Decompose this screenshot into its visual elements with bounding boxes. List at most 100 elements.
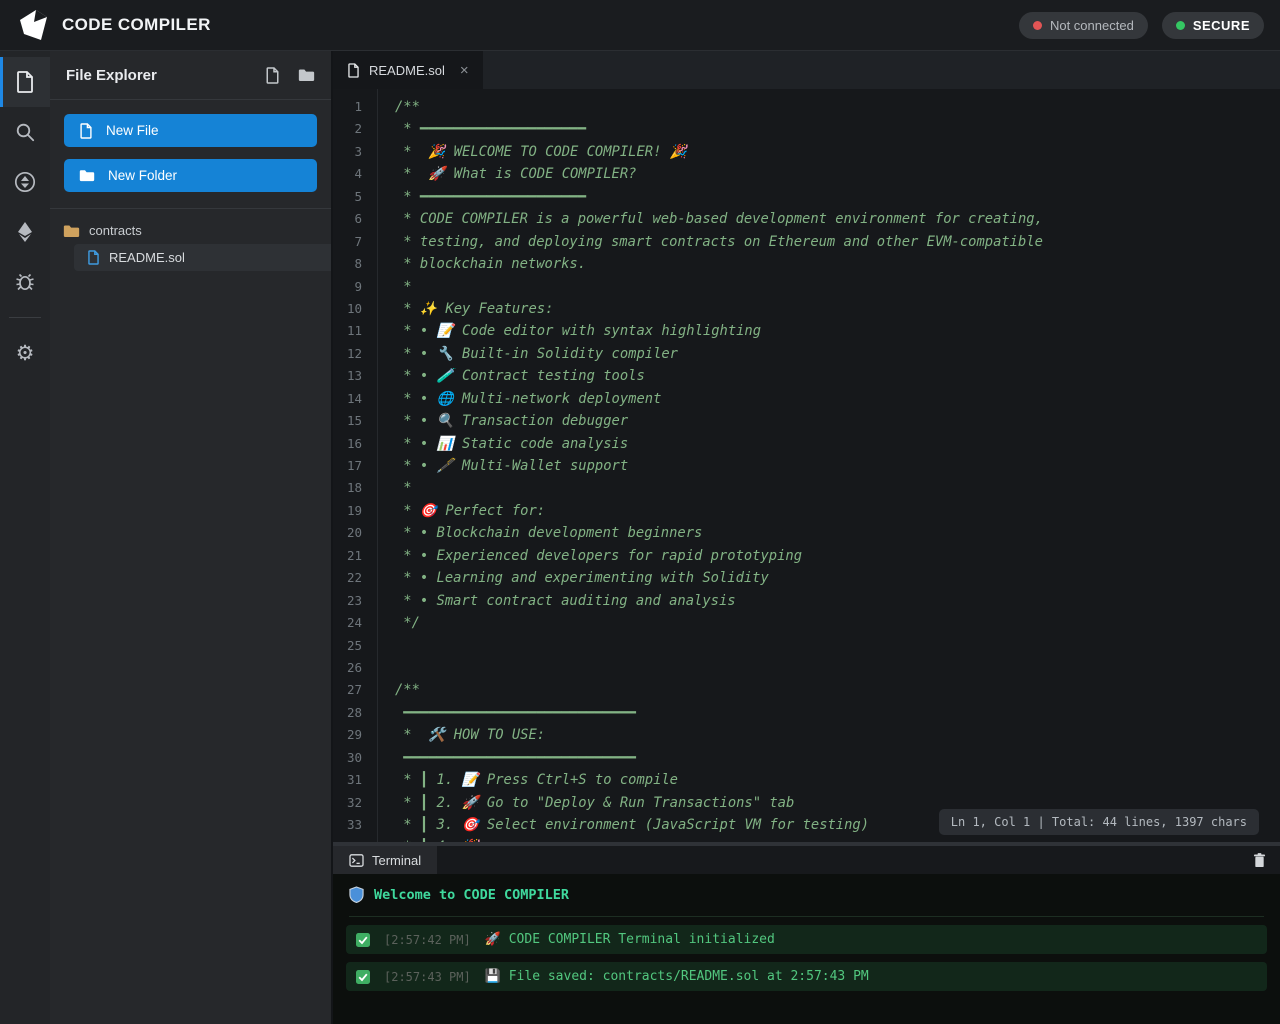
search-icon bbox=[15, 122, 35, 142]
code-line[interactable]: * • Experienced developers for rapid pro… bbox=[395, 545, 1280, 567]
code-line[interactable]: * • 🧪 Contract testing tools bbox=[395, 365, 1280, 387]
line-number: 1 bbox=[333, 96, 362, 118]
line-number: 15 bbox=[333, 410, 362, 432]
code-line[interactable]: * ┃ 1. 📝 Press Ctrl+S to compile bbox=[395, 769, 1280, 791]
top-bar: CODE COMPILER Not connected SECURE bbox=[0, 0, 1280, 51]
line-number: 25 bbox=[333, 635, 362, 657]
new-file-action-button[interactable]: New File bbox=[64, 114, 317, 147]
line-number: 21 bbox=[333, 545, 362, 567]
code-lines[interactable]: /** * ━━━━━━━━━━━━━━━━━━━━ * 🎉 WELCOME T… bbox=[378, 89, 1280, 842]
terminal-tab[interactable]: Terminal bbox=[333, 846, 437, 874]
line-number: 29 bbox=[333, 724, 362, 746]
activity-debug-button[interactable] bbox=[0, 257, 50, 307]
code-line[interactable]: * testing, and deploying smart contracts… bbox=[395, 231, 1280, 253]
tab-readme-sol[interactable]: README.sol × bbox=[333, 51, 483, 89]
line-number: 28 bbox=[333, 702, 362, 724]
code-line[interactable] bbox=[395, 635, 1280, 657]
log-timestamp: [2:57:42 PM] bbox=[384, 933, 471, 947]
terminal-welcome-text: Welcome to CODE COMPILER bbox=[374, 887, 569, 903]
code-line[interactable]: ━━━━━━━━━━━━━━━━━━━━━━━━━━━━ bbox=[395, 747, 1280, 769]
line-number: 9 bbox=[333, 276, 362, 298]
code-line[interactable]: * ┃ 4. 🎉 bbox=[395, 836, 1280, 842]
code-line[interactable]: * 🎯 Perfect for: bbox=[395, 500, 1280, 522]
code-line[interactable]: /** bbox=[395, 679, 1280, 701]
connection-status-badge: Not connected bbox=[1019, 12, 1148, 39]
code-line[interactable]: * • Smart contract auditing and analysis bbox=[395, 590, 1280, 612]
code-line[interactable]: ━━━━━━━━━━━━━━━━━━━━━━━━━━━━ bbox=[395, 702, 1280, 724]
code-line[interactable]: /** bbox=[395, 96, 1280, 118]
folder-name: contracts bbox=[89, 223, 142, 238]
line-number: 26 bbox=[333, 657, 362, 679]
connection-status-label: Not connected bbox=[1050, 18, 1134, 33]
activity-files-button[interactable] bbox=[0, 57, 50, 107]
terminal-icon bbox=[349, 854, 364, 867]
editor-status-bar: Ln 1, Col 1 | Total: 44 lines, 1397 char… bbox=[939, 809, 1259, 835]
activity-search-button[interactable] bbox=[0, 107, 50, 157]
line-number: 22 bbox=[333, 567, 362, 589]
code-line[interactable]: * • Learning and experimenting with Soli… bbox=[395, 567, 1280, 589]
code-line[interactable]: * bbox=[395, 477, 1280, 499]
code-line[interactable]: */ bbox=[395, 612, 1280, 634]
files-icon bbox=[15, 71, 35, 93]
new-file-button[interactable] bbox=[265, 67, 280, 84]
line-number: 34 bbox=[333, 836, 362, 842]
code-line[interactable]: * • 🔍 Transaction debugger bbox=[395, 410, 1280, 432]
new-folder-button[interactable] bbox=[298, 68, 315, 82]
code-line[interactable]: * • 🌐 Multi-network deployment bbox=[395, 388, 1280, 410]
line-numbers: 1234567891011121314151617181920212223242… bbox=[333, 89, 378, 842]
code-line[interactable]: * blockchain networks. bbox=[395, 253, 1280, 275]
shield-icon bbox=[349, 886, 364, 903]
terminal-welcome-line: Welcome to CODE COMPILER bbox=[349, 886, 1264, 917]
code-line[interactable]: * • 📊 Static code analysis bbox=[395, 433, 1280, 455]
status-dot-red-icon bbox=[1033, 21, 1042, 30]
explorer-title: File Explorer bbox=[66, 67, 247, 84]
file-icon bbox=[79, 123, 93, 139]
new-folder-action-button[interactable]: New Folder bbox=[64, 159, 317, 192]
code-line[interactable]: * CODE COMPILER is a powerful web-based … bbox=[395, 208, 1280, 230]
activity-settings-button[interactable]: ⚙ bbox=[0, 328, 50, 378]
code-editor[interactable]: 1234567891011121314151617181920212223242… bbox=[333, 89, 1280, 842]
tree-folder-contracts[interactable]: contracts bbox=[50, 217, 331, 244]
terminal-log-entry: [2:57:42 PM]🚀 CODE COMPILER Terminal ini… bbox=[346, 925, 1267, 954]
code-line[interactable]: * • 🔧 Built-in Solidity compiler bbox=[395, 343, 1280, 365]
terminal-body[interactable]: Welcome to CODE COMPILER [2:57:42 PM]🚀 C… bbox=[333, 874, 1280, 1024]
code-line[interactable]: * ━━━━━━━━━━━━━━━━━━━━ bbox=[395, 186, 1280, 208]
code-line[interactable]: * • 🖋️ Multi-Wallet support bbox=[395, 455, 1280, 477]
app-logo-icon bbox=[16, 7, 50, 43]
code-line[interactable]: * ✨ Key Features: bbox=[395, 298, 1280, 320]
activity-ethereum-button[interactable] bbox=[0, 207, 50, 257]
file-explorer-panel: File Explorer New File bbox=[50, 51, 333, 1024]
code-line[interactable]: * 🚀 What is CODE COMPILER? bbox=[395, 163, 1280, 185]
new-file-icon bbox=[265, 67, 280, 84]
file-name: README.sol bbox=[109, 250, 185, 265]
new-file-label: New File bbox=[106, 123, 159, 138]
line-number: 13 bbox=[333, 365, 362, 387]
line-number: 7 bbox=[333, 231, 362, 253]
deploy-run-icon bbox=[14, 171, 36, 193]
line-number: 12 bbox=[333, 343, 362, 365]
tab-close-icon[interactable]: × bbox=[460, 62, 469, 79]
line-number: 10 bbox=[333, 298, 362, 320]
explorer-actions: New File New Folder bbox=[50, 100, 331, 209]
tree-file-readme[interactable]: README.sol bbox=[74, 244, 331, 271]
code-line[interactable]: * 🛠️ HOW TO USE: bbox=[395, 724, 1280, 746]
code-line[interactable]: * • Blockchain development beginners bbox=[395, 522, 1280, 544]
file-icon bbox=[347, 63, 360, 78]
terminal-log: [2:57:42 PM]🚀 CODE COMPILER Terminal ini… bbox=[333, 925, 1280, 991]
code-line[interactable]: * 🎉 WELCOME TO CODE COMPILER! 🎉 bbox=[395, 141, 1280, 163]
secure-label: SECURE bbox=[1193, 18, 1250, 33]
line-number: 33 bbox=[333, 814, 362, 836]
code-line[interactable]: * ━━━━━━━━━━━━━━━━━━━━ bbox=[395, 118, 1280, 140]
debug-icon bbox=[14, 271, 36, 293]
line-number: 2 bbox=[333, 118, 362, 140]
activity-deploy-button[interactable] bbox=[0, 157, 50, 207]
line-number: 20 bbox=[333, 522, 362, 544]
line-number: 19 bbox=[333, 500, 362, 522]
code-line[interactable]: * bbox=[395, 276, 1280, 298]
line-number: 32 bbox=[333, 792, 362, 814]
clear-terminal-button[interactable] bbox=[1253, 853, 1280, 868]
code-line[interactable] bbox=[395, 657, 1280, 679]
line-number: 24 bbox=[333, 612, 362, 634]
line-number: 30 bbox=[333, 747, 362, 769]
code-line[interactable]: * • 📝 Code editor with syntax highlighti… bbox=[395, 320, 1280, 342]
